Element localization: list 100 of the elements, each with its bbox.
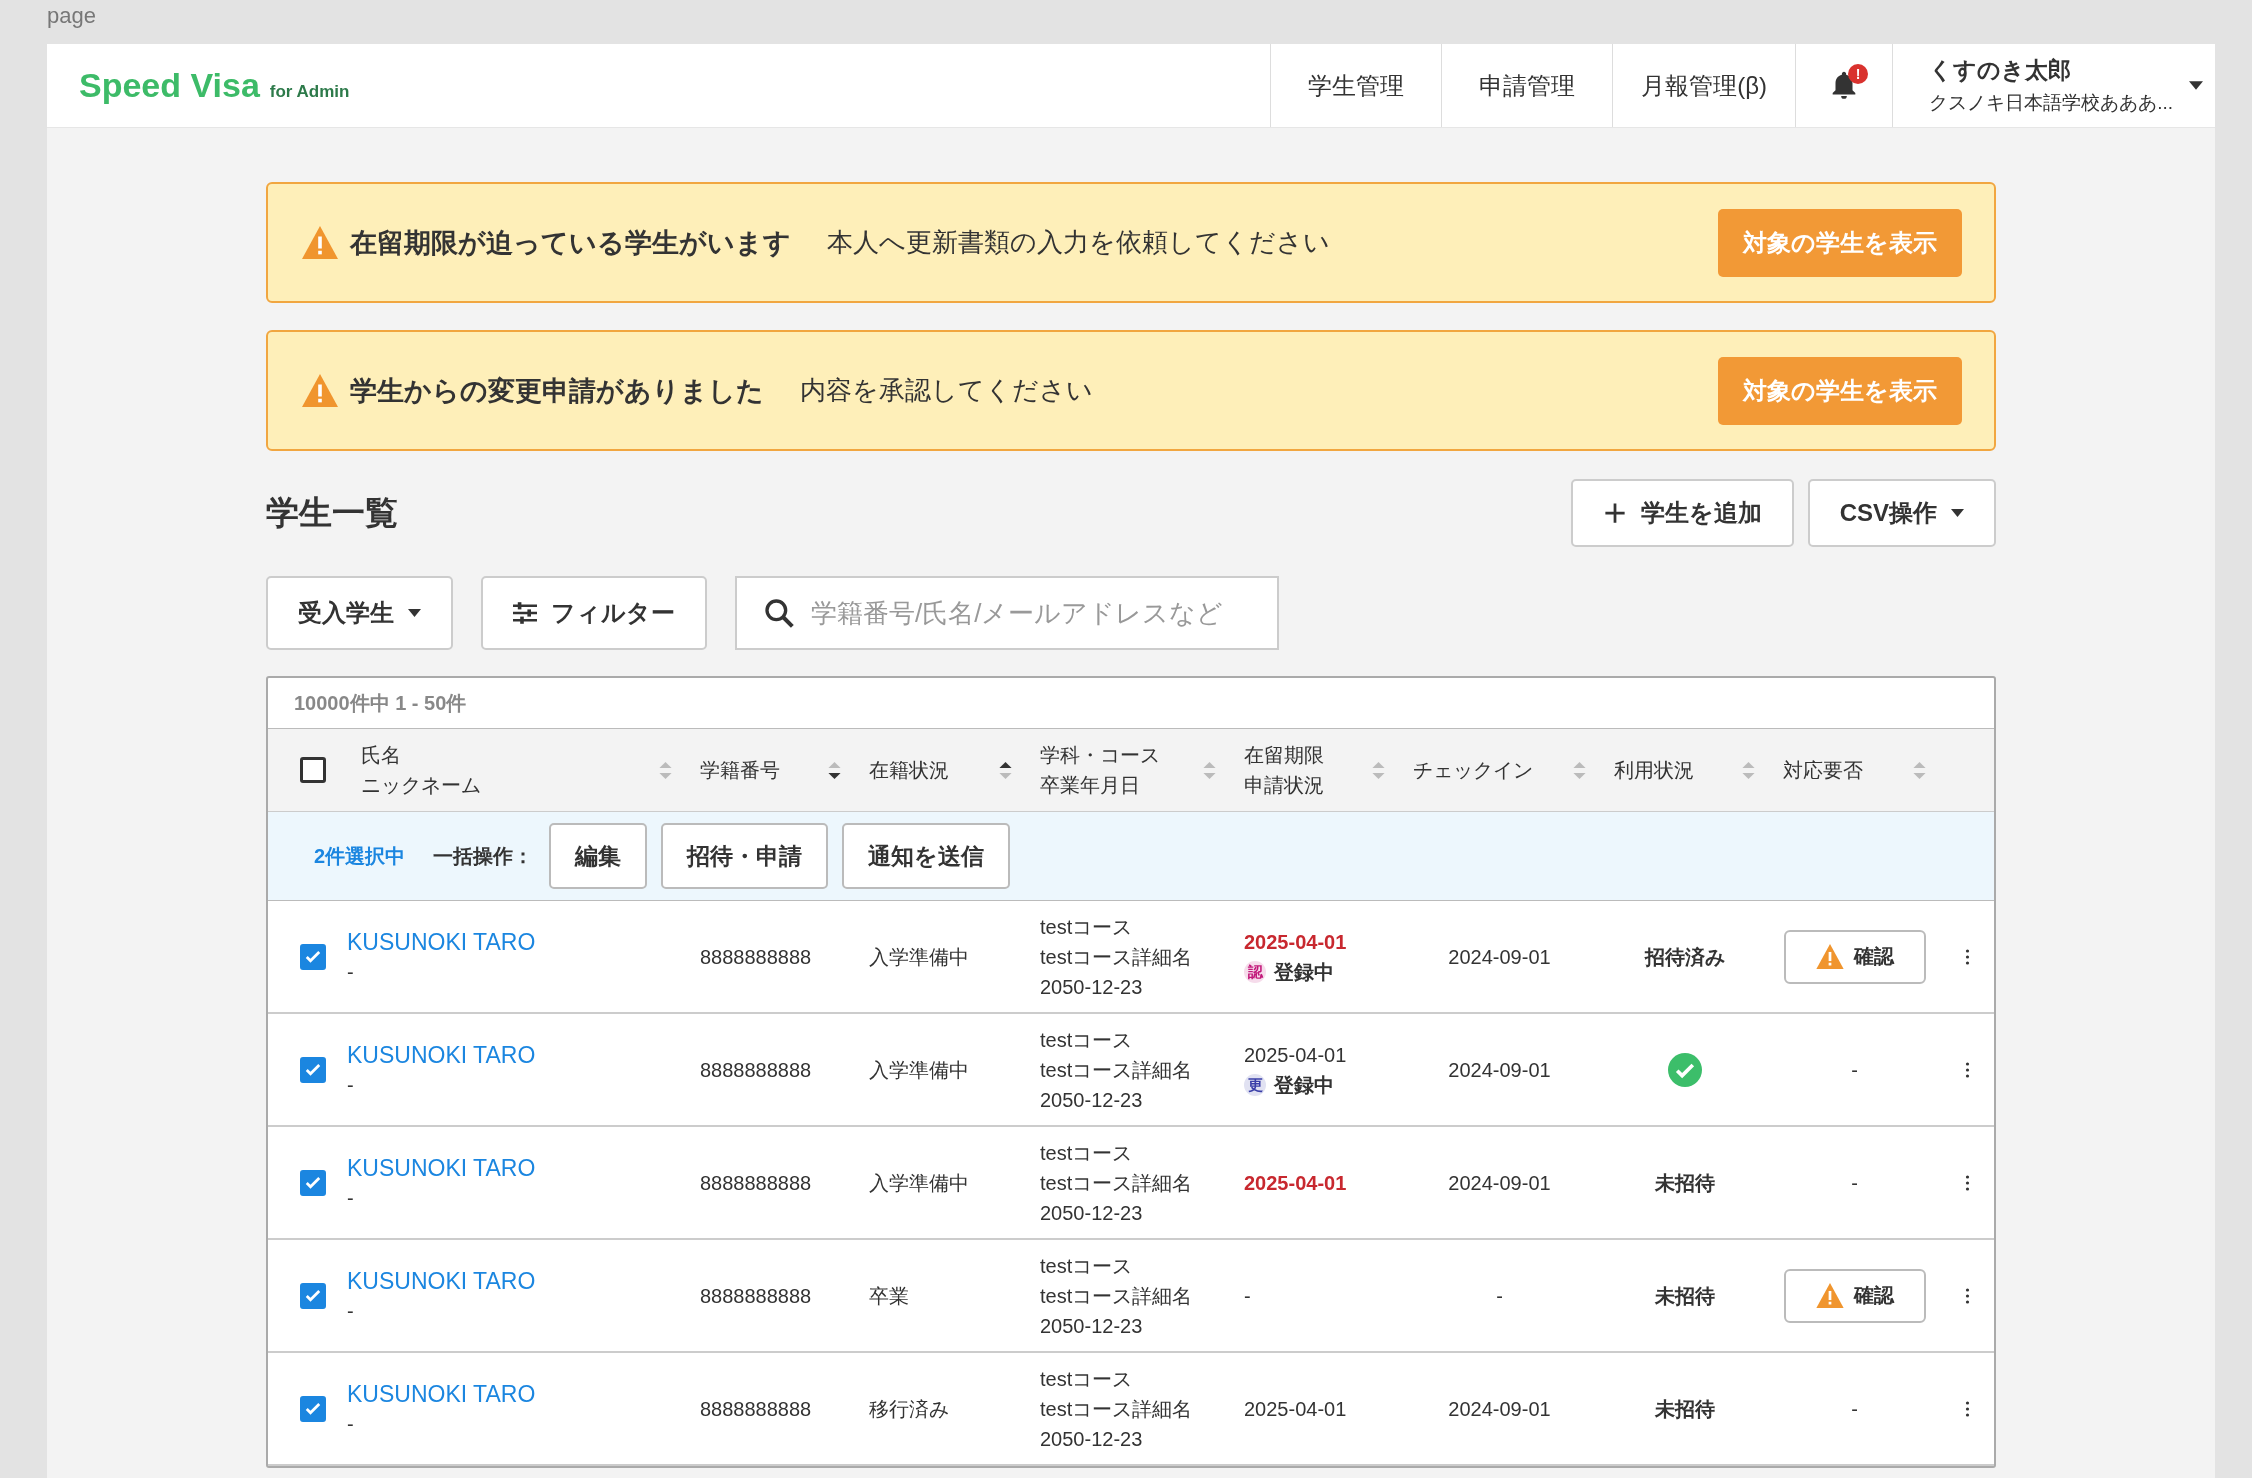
caret-icon — [408, 609, 421, 617]
logo-subtitle: for Admin — [269, 82, 350, 102]
course-info: testコース詳細名 — [1040, 1396, 1193, 1422]
visa-expiry: - — [1244, 1283, 1251, 1309]
row-checkbox[interactable] — [299, 1056, 326, 1083]
student-number: 8888888888 — [700, 1396, 812, 1422]
visa-expiry: 2025-04-01 — [1244, 1396, 1347, 1422]
sort-icon[interactable] — [828, 761, 841, 779]
section-title: 学生一覧 — [266, 492, 398, 533]
more-icon[interactable] — [1965, 1287, 1970, 1304]
column-header[interactable]: 学籍番号 — [700, 755, 780, 785]
nickname: - — [347, 959, 354, 985]
course-info: testコース詳細名 — [1040, 1283, 1193, 1309]
student-number: 8888888888 — [700, 1057, 812, 1083]
student-number: 8888888888 — [700, 1283, 812, 1309]
filter-button[interactable]: フィルター — [481, 576, 707, 650]
enrollment-status: 入学準備中 — [869, 944, 969, 970]
nickname: - — [347, 1072, 354, 1098]
student-name-link[interactable]: KUSUNOKI TARO — [347, 1265, 536, 1296]
alert-message: 内容を承認してください — [800, 374, 1094, 407]
warning-icon — [302, 374, 338, 407]
student-name-link[interactable]: KUSUNOKI TARO — [347, 1039, 536, 1070]
warning-icon — [1815, 1283, 1844, 1308]
bulk-action-button[interactable]: 通知を送信 — [842, 823, 1011, 889]
enrollment-status: 入学準備中 — [869, 1170, 969, 1196]
nickname: - — [347, 1411, 354, 1437]
more-icon[interactable] — [1965, 1400, 1970, 1417]
usage-status: 未招待 — [1654, 1170, 1715, 1196]
row-checkbox[interactable] — [299, 1169, 326, 1196]
nav-item[interactable]: 申請管理 — [1441, 44, 1613, 127]
column-header[interactable]: 氏名 ニックネーム — [361, 740, 481, 800]
column-header[interactable]: 対応要否 — [1783, 755, 1863, 785]
sort-icon[interactable] — [999, 761, 1012, 779]
nickname: - — [347, 1298, 354, 1324]
visa-expiry: 2025-04-01 — [1244, 929, 1347, 955]
student-type-dropdown[interactable]: 受入学生 — [266, 576, 453, 650]
select-all-checkbox[interactable] — [299, 757, 326, 783]
caret-icon — [1951, 509, 1964, 517]
add-student-button[interactable]: 学生を追加 — [1570, 479, 1794, 547]
student-name-link[interactable]: KUSUNOKI TARO — [347, 926, 536, 957]
confirm-button[interactable]: 確認 — [1783, 929, 1926, 984]
row-checkbox[interactable] — [299, 1282, 326, 1309]
bulk-action-button[interactable]: 招待・申請 — [661, 823, 829, 889]
nav-item[interactable]: 月報管理(β) — [1612, 44, 1796, 127]
warning-icon — [302, 226, 338, 259]
application-badge: 更 — [1244, 1073, 1266, 1096]
checkin-date: 2024-09-01 — [1448, 1396, 1551, 1422]
usage-status: 招待済み — [1644, 944, 1725, 970]
caret-icon — [2189, 81, 2203, 90]
course-info: testコース詳細名 — [1040, 1170, 1193, 1196]
course-info: testコース — [1040, 1027, 1133, 1053]
plus-icon — [1602, 502, 1627, 524]
row-checkbox[interactable] — [299, 943, 326, 970]
column-header[interactable]: 在籍状況 — [869, 755, 949, 785]
student-name-link[interactable]: KUSUNOKI TARO — [347, 1378, 536, 1409]
enrollment-status: 卒業 — [869, 1283, 909, 1309]
course-info: testコース — [1040, 1366, 1133, 1392]
enrollment-status: 入学準備中 — [869, 1057, 969, 1083]
selected-count: 2件選択中 — [314, 843, 406, 869]
checkin-date: 2024-09-01 — [1448, 944, 1551, 970]
more-icon[interactable] — [1965, 948, 1970, 965]
sliders-icon — [513, 602, 537, 624]
column-header[interactable]: チェックイン — [1413, 755, 1533, 785]
search-field[interactable]: 学籍番号/氏名/メールアドレスなど — [735, 576, 1279, 650]
check-circle-icon — [1667, 1052, 1702, 1087]
column-header[interactable]: 学科・コース 卒業年月日 — [1040, 740, 1160, 800]
warning-icon — [1815, 944, 1844, 969]
bulk-action-label: 一括操作： — [433, 843, 534, 869]
student-number: 8888888888 — [700, 1170, 812, 1196]
row-checkbox[interactable] — [299, 1395, 326, 1422]
csv-button[interactable]: CSV操作 — [1807, 479, 1996, 547]
course-info: 2050-12-23 — [1040, 1426, 1143, 1452]
notification-button[interactable]: ! — [1795, 44, 1894, 127]
student-name-link[interactable]: KUSUNOKI TARO — [347, 1152, 536, 1183]
course-info: testコース — [1040, 914, 1133, 940]
nav-item[interactable]: 学生管理 — [1270, 44, 1442, 127]
column-header[interactable]: 在留期限 申請状況 — [1244, 740, 1324, 800]
notification-badge: ! — [1848, 64, 1869, 84]
action-status: - — [1851, 1057, 1858, 1083]
more-icon[interactable] — [1965, 1061, 1970, 1078]
checkin-date: - — [1496, 1283, 1503, 1309]
more-icon[interactable] — [1965, 1174, 1970, 1191]
column-header[interactable]: 利用状況 — [1614, 755, 1694, 785]
course-info: 2050-12-23 — [1040, 974, 1143, 1000]
application-badge: 認 — [1244, 960, 1266, 983]
course-info: 2050-12-23 — [1040, 1087, 1143, 1113]
alert-message: 本人へ更新書類の入力を依頼してください — [827, 226, 1331, 259]
search-icon — [763, 597, 795, 629]
confirm-button[interactable]: 確認 — [1783, 1268, 1926, 1323]
page-label: page — [47, 2, 97, 30]
usage-status: 未招待 — [1654, 1396, 1715, 1422]
course-info: testコース詳細名 — [1040, 1057, 1193, 1083]
visa-expiry: 2025-04-01 — [1244, 1170, 1347, 1196]
checkin-date: 2024-09-01 — [1448, 1057, 1551, 1083]
bulk-action-button[interactable]: 編集 — [549, 823, 648, 889]
action-status: - — [1851, 1170, 1858, 1196]
alert-title: 在留期限が迫っている学生がいます — [350, 226, 791, 260]
user-menu[interactable]: くすのき太郎 クスノキ日本語学校あああ... — [1893, 44, 2215, 127]
student-number: 8888888888 — [700, 944, 812, 970]
action-status: - — [1851, 1396, 1858, 1422]
